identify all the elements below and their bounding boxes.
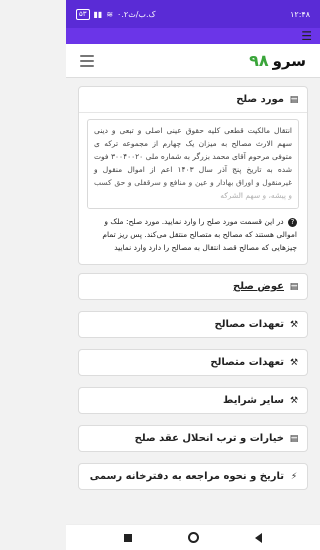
logo-number: ۹۸ [249,51,269,70]
clock: ۱۲:۴۸ [290,9,310,19]
section-label: تاریخ و نحوه مراجعه به دفترخانه رسمی [89,471,284,482]
subject-card: ▤ مورد صلح انتقال مالکیت قطعی کلیه حقوق … [78,86,308,265]
section-notary-date[interactable]: ⚡ تاریخ و نحوه مراجعه به دفترخانه رسمی [78,463,308,490]
section-consideration[interactable]: ▤ عوض صلح [78,273,308,300]
top-strip: ☰ [66,28,320,44]
subject-hint: ? در این قسمت مورد صلح را وارد نمایید. م… [87,209,299,260]
book-icon: ▤ [289,94,299,105]
gavel-icon: ⚒ [289,357,299,368]
section-label: خیارات و ترب انحلال عقد صلح [134,433,284,444]
section-settlee-obligations[interactable]: ⚒ تعهدات متصالح [78,349,308,376]
subject-card-title: مورد صلح [236,94,284,105]
logo-text: سرو [272,52,306,70]
section-label: تعهدات مصالح [214,319,285,330]
subject-card-header[interactable]: ▤ مورد صلح [79,87,307,113]
back-button[interactable] [255,532,262,543]
main-content: ▤ مورد صلح انتقال مالکیت قطعی کلیه حقوق … [66,78,320,490]
gavel-icon: ⚒ [289,395,299,406]
section-other-terms[interactable]: ⚒ سایر شرایط [78,387,308,414]
status-bar: ۵۳ ▮▮ ≋ ۰.۲ک.ب/ث ۱۲:۴۸ [66,0,320,28]
section-label: سایر شرایط [223,395,284,406]
section-label: عوض صلح [233,281,284,292]
subject-textarea[interactable]: انتقال مالکیت قطعی کلیه حقوق عینی اصلی و… [87,119,299,209]
textarea-fade [88,182,298,208]
book-icon: ▤ [289,281,299,292]
recent-apps-button[interactable] [124,533,132,542]
app-header: ۹۸ سرو [66,44,320,78]
subject-card-body: انتقال مالکیت قطعی کلیه حقوق عینی اصلی و… [79,113,307,264]
app-logo[interactable]: ۹۸ سرو [249,51,306,70]
battery-icon: ۵۳ [76,8,90,20]
status-icons: ۵۳ ▮▮ ≋ ۰.۲ک.ب/ث [76,8,156,20]
system-nav-bar [66,524,320,550]
question-icon: ? [288,217,297,227]
menu-icon[interactable]: ☰ [301,28,312,44]
section-settlor-obligations[interactable]: ⚒ تعهدات مصالح [78,311,308,338]
section-label: تعهدات متصالح [210,357,284,368]
network-speed: ۰.۲ک.ب/ث [117,9,156,19]
bolt-icon: ⚡ [290,471,298,482]
signal-icon: ▮▮ [93,9,103,19]
book-icon: ▤ [289,433,299,444]
gavel-icon: ⚒ [289,319,299,330]
wifi-icon: ≋ [106,9,114,19]
hamburger-icon[interactable] [80,54,94,67]
section-options-termination[interactable]: ▤ خیارات و ترب انحلال عقد صلح [78,425,308,452]
home-button[interactable] [188,532,199,543]
hint-text: در این قسمت مورد صلح را وارد نمایید. مور… [102,217,297,252]
